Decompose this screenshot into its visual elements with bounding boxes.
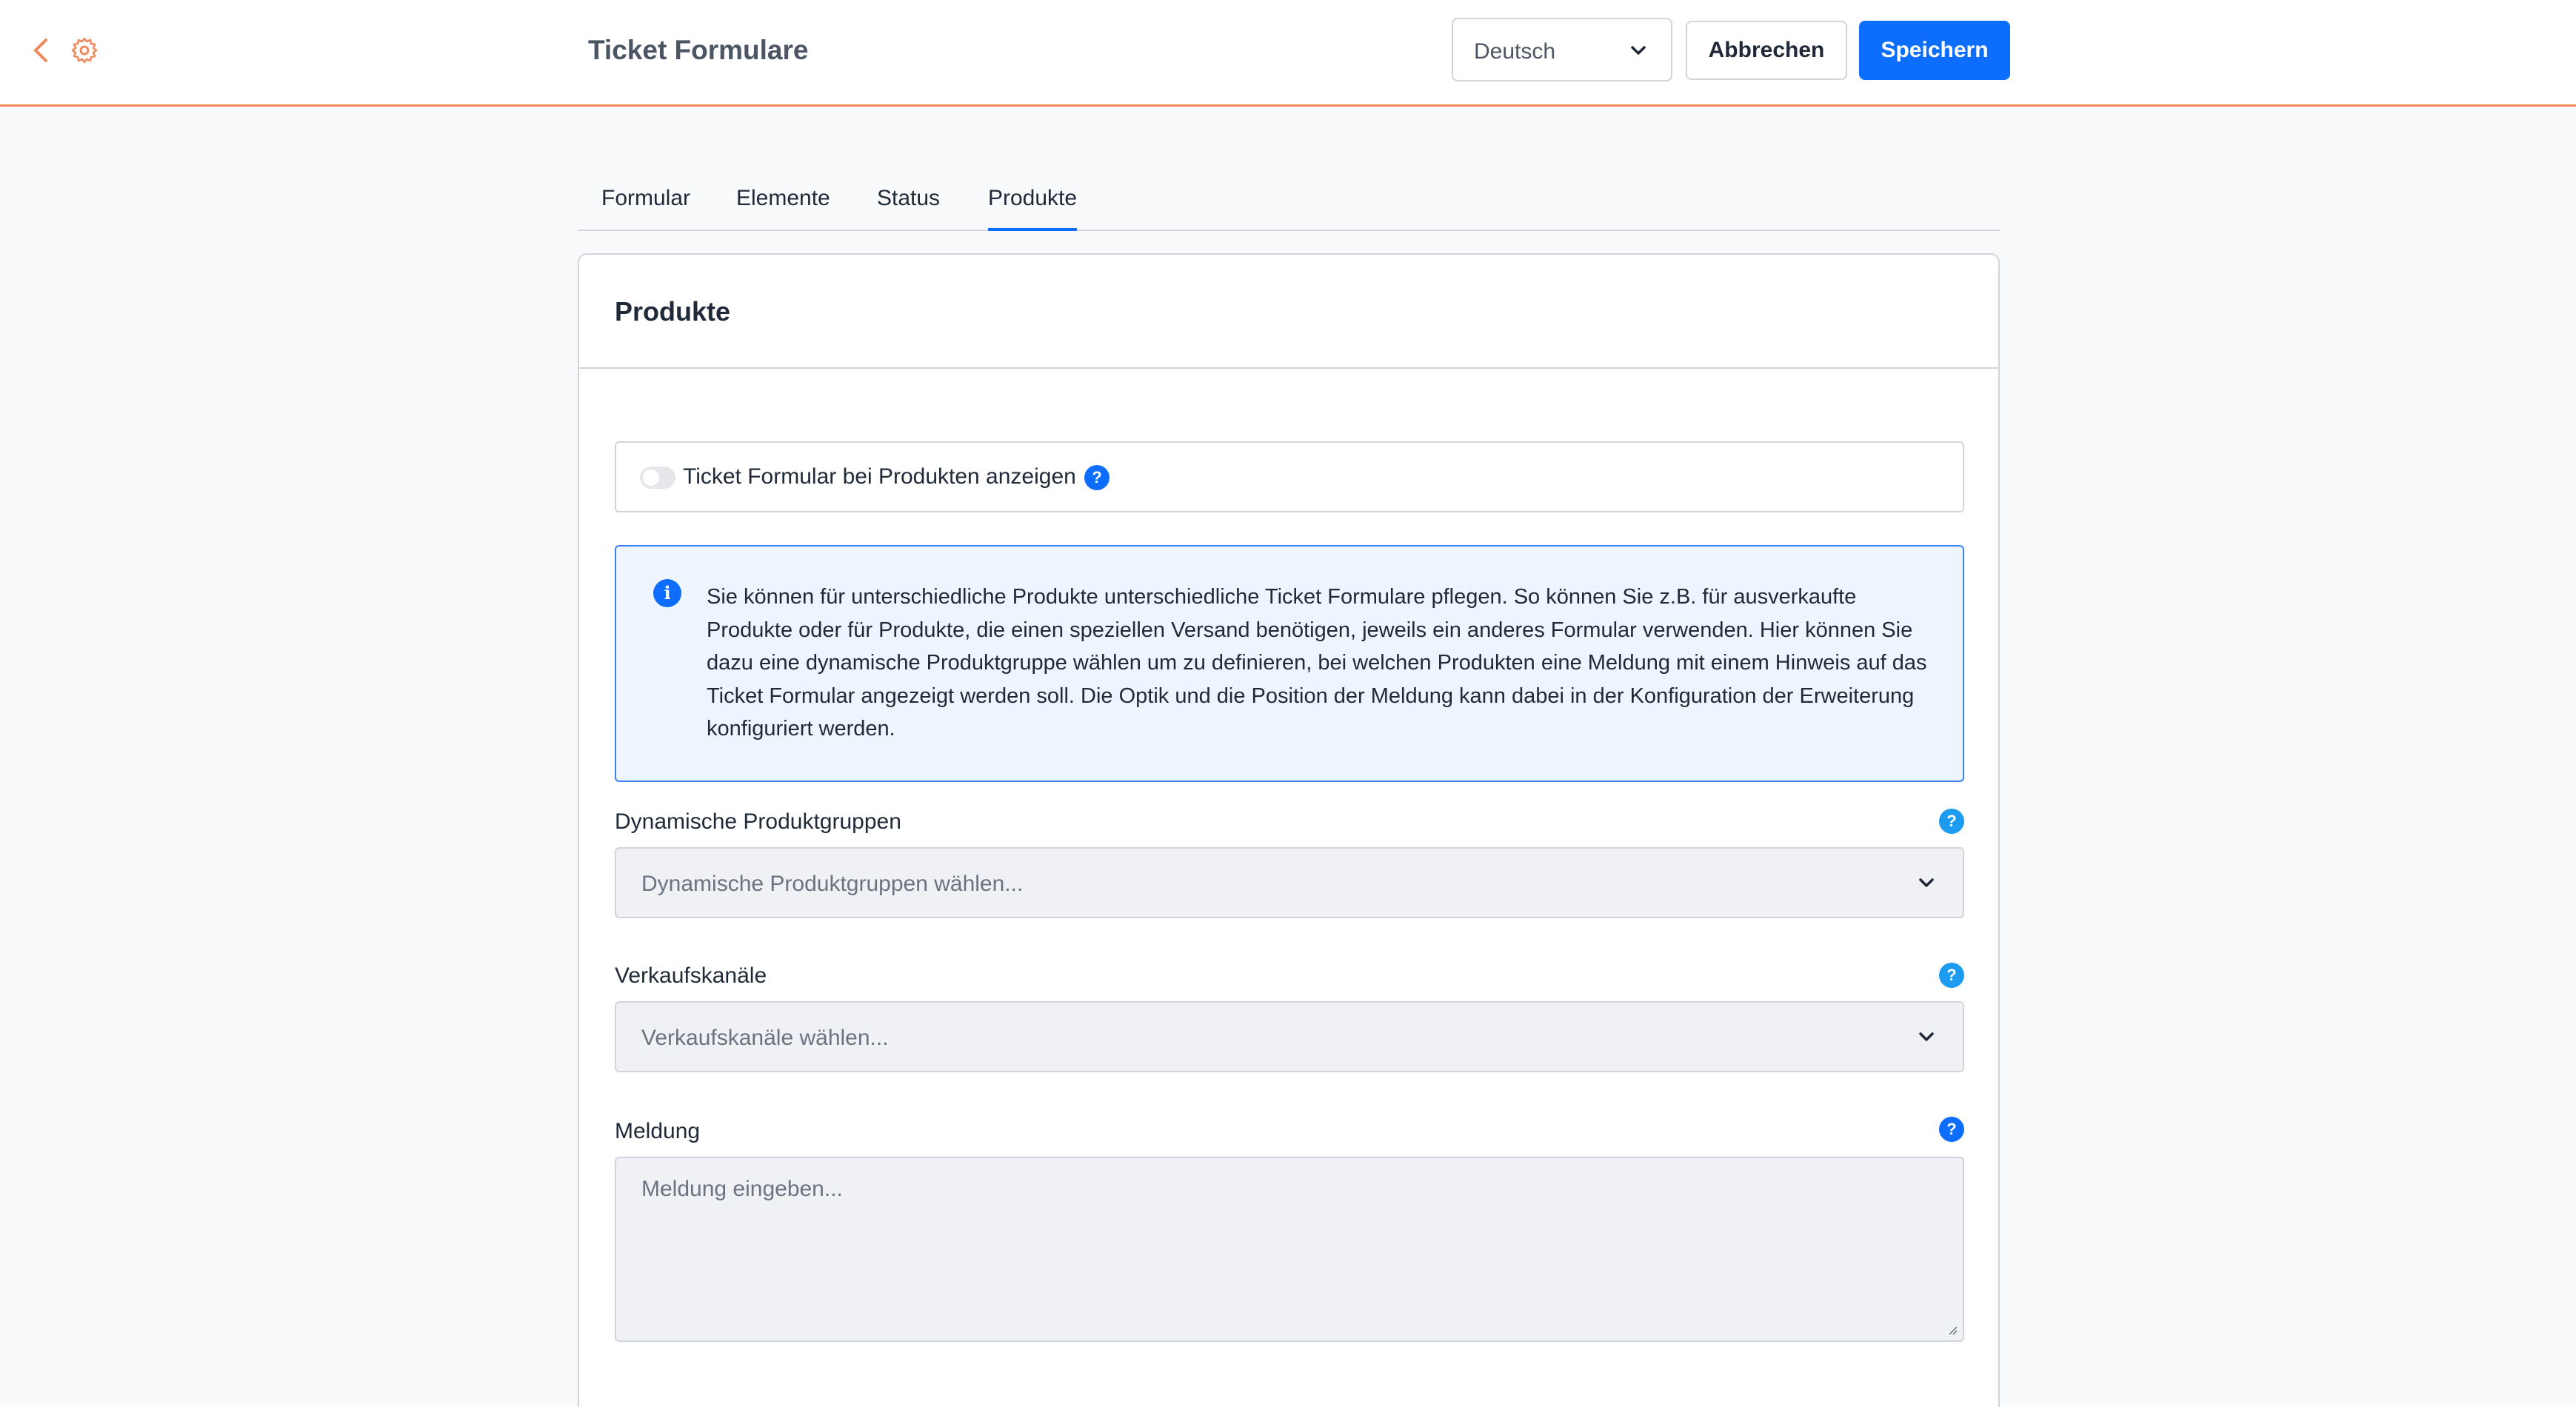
chevron-down-icon	[1631, 46, 1646, 55]
info-icon: i	[653, 579, 681, 607]
product-groups-placeholder: Dynamische Produktgruppen wählen...	[641, 872, 1024, 896]
help-icon[interactable]: ?	[1939, 963, 1964, 988]
chevron-down-icon	[1919, 1032, 1934, 1041]
resize-handle-icon[interactable]	[1946, 1324, 1958, 1336]
tab-produkte[interactable]: Produkte	[988, 184, 1078, 231]
message-placeholder: Meldung eingeben...	[641, 1177, 843, 1201]
show-form-toggle-row: Ticket Formular bei Produkten anzeigen ?	[615, 441, 1964, 512]
help-icon[interactable]: ?	[1939, 1117, 1964, 1142]
sales-channels-placeholder: Verkaufskanäle wählen...	[641, 1026, 889, 1050]
language-select-value: Deutsch	[1474, 39, 1556, 64]
tab-formular[interactable]: Formular	[601, 184, 690, 231]
top-bar: Ticket Formulare Deutsch Abbrechen Speic…	[0, 0, 2576, 107]
show-form-toggle-label: Ticket Formular bei Produkten anzeigen	[683, 464, 1076, 489]
language-select[interactable]: Deutsch	[1452, 18, 1672, 81]
tab-status[interactable]: Status	[877, 184, 940, 231]
card-header: Produkte	[579, 255, 1998, 369]
back-arrow-icon[interactable]	[28, 36, 53, 65]
product-groups-select[interactable]: Dynamische Produktgruppen wählen...	[615, 847, 1964, 918]
message-textarea[interactable]: Meldung eingeben...	[615, 1157, 1964, 1342]
show-form-toggle[interactable]	[640, 467, 675, 489]
info-text: Sie können für unterschiedliche Produkte…	[707, 585, 1927, 741]
tab-bar: Formular Elemente Status Produkte	[578, 167, 2000, 231]
sales-channels-label: Verkaufskanäle	[615, 963, 767, 988]
help-icon[interactable]: ?	[1084, 465, 1110, 490]
card-title: Produkte	[615, 296, 731, 327]
save-button[interactable]: Speichern	[1859, 21, 2010, 80]
product-groups-label: Dynamische Produktgruppen	[615, 809, 901, 834]
message-label: Meldung	[615, 1119, 701, 1143]
products-card: Produkte Ticket Formular bei Produkten a…	[578, 253, 2000, 1407]
chevron-down-icon	[1919, 878, 1934, 887]
info-alert: i Sie können für unterschiedliche Produk…	[615, 545, 1964, 782]
page-title: Ticket Formulare	[588, 35, 809, 65]
gear-icon[interactable]	[70, 36, 99, 65]
sales-channels-select[interactable]: Verkaufskanäle wählen...	[615, 1001, 1964, 1072]
help-icon[interactable]: ?	[1939, 809, 1964, 834]
tab-elemente[interactable]: Elemente	[736, 184, 830, 231]
cancel-button[interactable]: Abbrechen	[1686, 21, 1847, 80]
